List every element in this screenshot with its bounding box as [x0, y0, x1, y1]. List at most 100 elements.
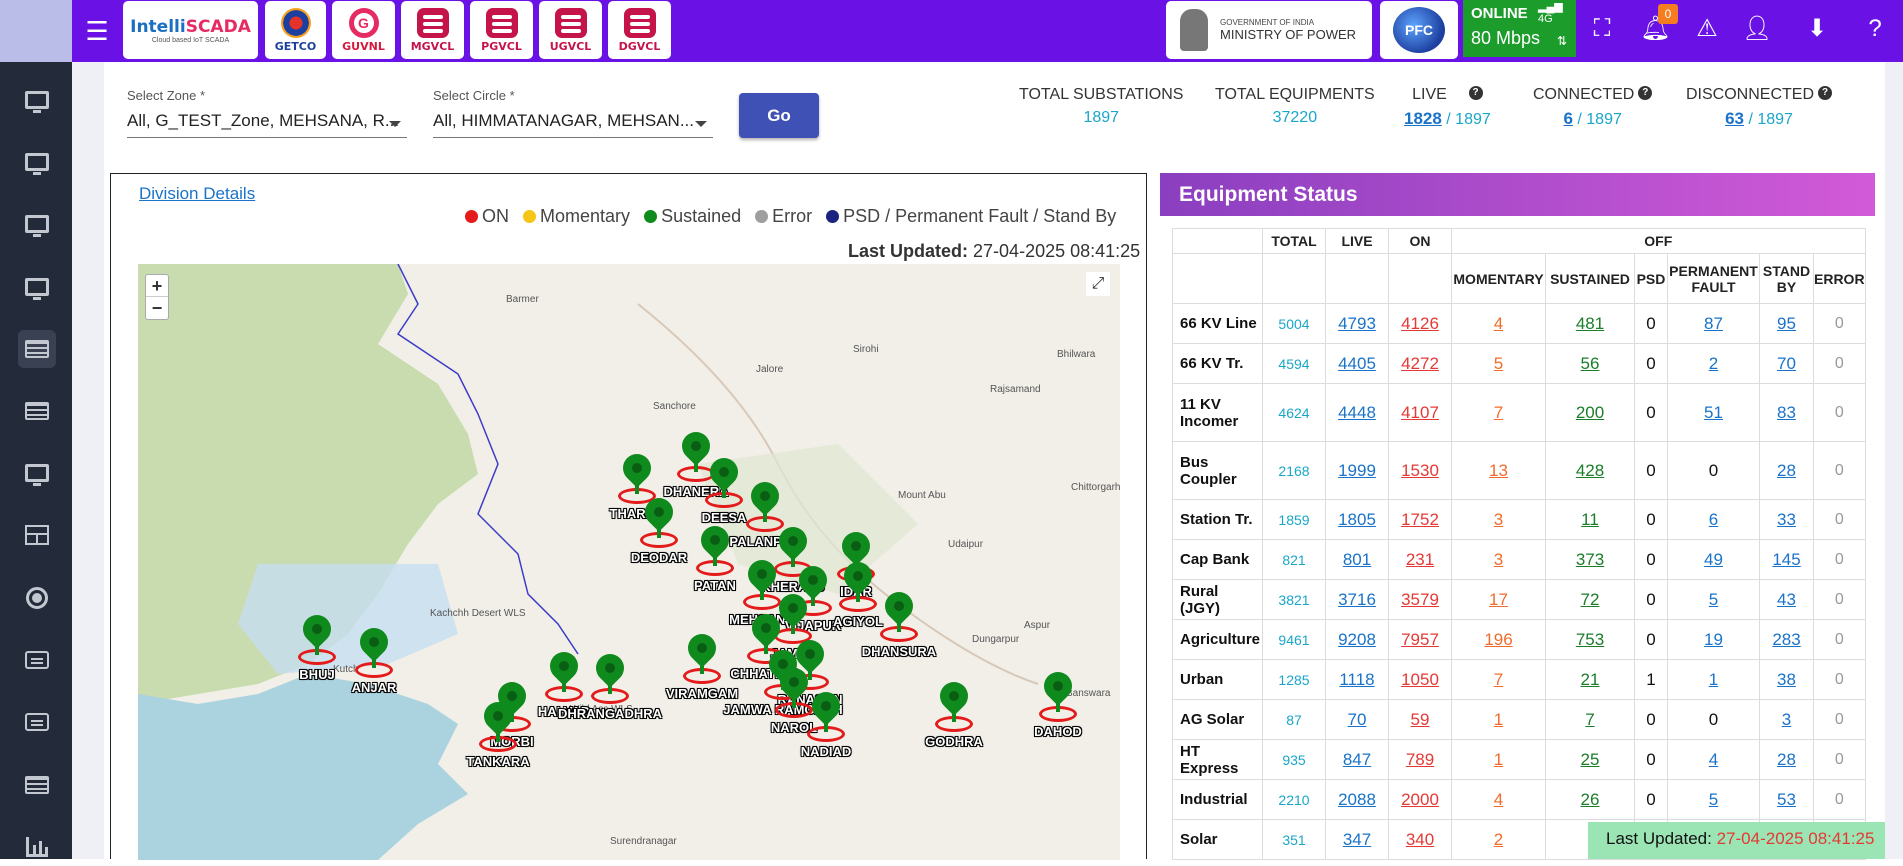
- connected-count-link[interactable]: 6: [1563, 109, 1572, 128]
- live-count-link[interactable]: 801: [1343, 550, 1371, 569]
- live-count-link[interactable]: 4793: [1338, 314, 1376, 333]
- substation-pin[interactable]: DEODAR: [631, 492, 687, 565]
- ugvcl-logo[interactable]: UGVCL: [539, 1, 602, 59]
- sb-count-link[interactable]: 145: [1772, 550, 1800, 569]
- sidebar-item-card-1[interactable]: [18, 641, 56, 679]
- pfc-logo[interactable]: PFC: [1380, 1, 1458, 59]
- live-count-link[interactable]: 1118: [1339, 670, 1374, 689]
- sb-count-link[interactable]: 28: [1777, 750, 1796, 769]
- sb-count-link[interactable]: 95: [1777, 314, 1796, 333]
- on-count-link[interactable]: 1752: [1401, 510, 1439, 529]
- pf-count-link[interactable]: 4: [1709, 750, 1718, 769]
- on-count-link[interactable]: 4272: [1401, 354, 1439, 373]
- sb-count-link[interactable]: 53: [1777, 790, 1796, 809]
- on-count-link[interactable]: 789: [1406, 750, 1434, 769]
- substation-pin[interactable]: NADIAD: [801, 686, 851, 759]
- momentary-count-link[interactable]: 7: [1494, 403, 1503, 422]
- momentary-count-link[interactable]: 196: [1484, 630, 1512, 649]
- on-count-link[interactable]: 231: [1406, 550, 1434, 569]
- substation-pin[interactable]: HALVAD: [538, 646, 590, 719]
- warning-icon[interactable]: ⚠︎: [1692, 14, 1722, 44]
- momentary-count-link[interactable]: 7: [1494, 670, 1503, 689]
- map-canvas[interactable]: Barmer Jalore Sirohi Sanchore Udaipur Bh…: [138, 264, 1120, 860]
- sb-count-link[interactable]: 43: [1777, 590, 1796, 609]
- sidebar-item-monitor-5[interactable]: [18, 454, 56, 492]
- live-count-link[interactable]: 2088: [1338, 790, 1376, 809]
- substation-pin[interactable]: MORBI: [490, 676, 534, 749]
- pf-count-link[interactable]: 2: [1709, 354, 1718, 373]
- sustained-count-link[interactable]: 7: [1585, 710, 1594, 729]
- substation-pin[interactable]: CHHATRAL: [730, 608, 802, 681]
- help-icon[interactable]: ?: [1818, 86, 1833, 100]
- on-count-link[interactable]: 4126: [1401, 314, 1439, 333]
- sb-count-link[interactable]: 28: [1777, 461, 1796, 480]
- zoom-in-button[interactable]: +: [146, 275, 168, 297]
- sb-count-link[interactable]: 33: [1777, 510, 1796, 529]
- live-count-link[interactable]: 4448: [1338, 403, 1376, 422]
- pf-count-link[interactable]: 1: [1709, 670, 1718, 689]
- on-count-link[interactable]: 4107: [1401, 403, 1439, 422]
- momentary-count-link[interactable]: 1: [1494, 710, 1503, 729]
- live-count-link[interactable]: 1805: [1338, 510, 1376, 529]
- sustained-count-link[interactable]: 200: [1576, 403, 1604, 422]
- live-count-link[interactable]: 3716: [1338, 590, 1376, 609]
- sustained-count-link[interactable]: 72: [1581, 590, 1600, 609]
- sidebar-item-list-2[interactable]: [18, 766, 56, 804]
- zoom-out-button[interactable]: −: [146, 297, 168, 319]
- circle-select-value[interactable]: All, HIMMATANAGAR, MEHSAN...: [433, 111, 713, 138]
- pf-count-link[interactable]: 19: [1704, 630, 1723, 649]
- substation-pin[interactable]: JAMLA: [771, 588, 815, 661]
- sustained-count-link[interactable]: 26: [1581, 790, 1600, 809]
- sb-count-link[interactable]: 283: [1772, 630, 1800, 649]
- mgvcl-logo[interactable]: MGVCL: [401, 1, 464, 59]
- division-details-link[interactable]: Division Details: [139, 184, 255, 204]
- momentary-count-link[interactable]: 5: [1494, 354, 1503, 373]
- pf-count-link[interactable]: 6: [1709, 510, 1718, 529]
- pf-count-link[interactable]: 87: [1704, 314, 1723, 333]
- sidebar-item-monitor-4[interactable]: [18, 268, 56, 306]
- on-count-link[interactable]: 7957: [1401, 630, 1439, 649]
- live-count-link[interactable]: 847: [1343, 750, 1371, 769]
- sidebar-item-card-2[interactable]: [18, 703, 56, 741]
- substation-pin[interactable]: DEESA: [702, 452, 746, 525]
- substation-pin[interactable]: DAHOD: [1034, 666, 1082, 739]
- download-icon[interactable]: ⬇: [1802, 14, 1832, 44]
- substation-pin[interactable]: DHRANGADHRA: [558, 648, 662, 721]
- momentary-count-link[interactable]: 2: [1494, 830, 1503, 849]
- on-count-link[interactable]: 1530: [1401, 461, 1439, 480]
- momentary-count-link[interactable]: 13: [1489, 461, 1508, 480]
- on-count-link[interactable]: 340: [1406, 830, 1434, 849]
- live-count-link[interactable]: 4405: [1338, 354, 1376, 373]
- expand-icon[interactable]: ⤢: [1086, 272, 1110, 296]
- live-count-link[interactable]: 347: [1343, 830, 1371, 849]
- getco-logo[interactable]: GETCO: [265, 1, 326, 59]
- sidebar-item-chart[interactable]: [18, 828, 56, 866]
- momentary-count-link[interactable]: 4: [1494, 790, 1503, 809]
- sidebar-item-list-active[interactable]: [18, 330, 56, 368]
- sustained-count-link[interactable]: 428: [1576, 461, 1604, 480]
- guvnl-logo[interactable]: GUVNL: [332, 1, 395, 59]
- sustained-count-link[interactable]: 753: [1576, 630, 1604, 649]
- pf-count-link[interactable]: 49: [1704, 550, 1723, 569]
- ministry-of-power-logo[interactable]: GOVERNMENT OF INDIA MINISTRY OF POWER: [1166, 1, 1372, 59]
- sidebar-item-list[interactable]: [18, 392, 56, 430]
- circle-select[interactable]: Select Circle * All, HIMMATANAGAR, MEHSA…: [433, 88, 713, 138]
- substation-pin[interactable]: DHANSURA: [862, 586, 936, 659]
- intelliscada-logo[interactable]: IntelliSCADA Cloud based IoT SCADA: [123, 1, 258, 59]
- on-count-link[interactable]: 59: [1411, 710, 1430, 729]
- substation-pin[interactable]: DHANERA: [664, 426, 729, 499]
- sustained-count-link[interactable]: 56: [1581, 354, 1600, 373]
- substation-pin[interactable]: THARAD: [610, 448, 664, 521]
- pf-count-link[interactable]: 5: [1709, 590, 1718, 609]
- help-icon[interactable]: ?: [1638, 86, 1653, 100]
- zone-select[interactable]: Select Zone * All, G_TEST_Zone, MEHSANA,…: [127, 88, 407, 138]
- momentary-count-link[interactable]: 1: [1494, 750, 1503, 769]
- help-icon[interactable]: ?: [1860, 14, 1890, 44]
- substation-pin[interactable]: ANJAR: [352, 622, 396, 695]
- momentary-count-link[interactable]: 4: [1494, 314, 1503, 333]
- substation-pin[interactable]: TANKARA: [466, 696, 530, 769]
- dgvcl-logo[interactable]: DGVCL: [608, 1, 671, 59]
- zone-select-value[interactable]: All, G_TEST_Zone, MEHSANA, R...: [127, 111, 407, 138]
- pf-count-link[interactable]: 51: [1704, 403, 1723, 422]
- substation-pin[interactable]: RANASAN: [778, 634, 843, 707]
